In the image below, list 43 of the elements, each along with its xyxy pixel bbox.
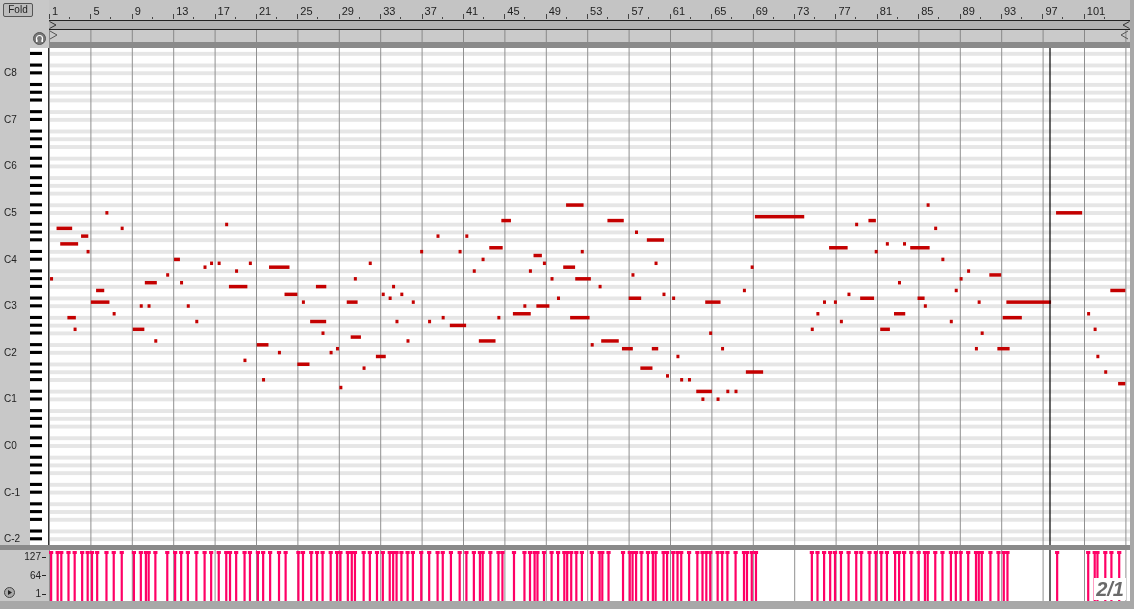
bar-number: 101 xyxy=(1086,4,1106,18)
bar-number: 45 xyxy=(507,4,520,18)
velocity-axis-label: 127 xyxy=(24,551,41,563)
octave-label: C-1 xyxy=(4,486,21,499)
octave-label: C1 xyxy=(4,393,17,406)
octave-label: C2 xyxy=(4,346,17,359)
octave-label: C4 xyxy=(4,253,17,266)
octave-label: C7 xyxy=(4,113,17,126)
velocity-axis-label: 64 xyxy=(29,569,41,582)
bar-number: 65 xyxy=(714,4,727,18)
bar-ruler[interactable]: 1 5 9 13 17 21 25 29 33 37 41 45 49 53 57 61 65 69 73 77 81 85 89 93 97 101 xyxy=(49,0,1130,20)
bar-number: 9 xyxy=(134,4,141,18)
bar-number: 73 xyxy=(797,4,810,18)
bar-number: 21 xyxy=(258,4,272,18)
bar-number: 69 xyxy=(755,4,768,18)
bar-number: 33 xyxy=(383,4,396,18)
octave-label: C5 xyxy=(4,207,17,220)
bar-number: 93 xyxy=(1004,4,1017,18)
octave-label: C6 xyxy=(4,160,17,173)
bar-number: 17 xyxy=(217,4,230,18)
octave-label: C0 xyxy=(4,440,17,453)
bar-number: 97 xyxy=(1045,4,1058,18)
bar-number: 5 xyxy=(93,4,100,18)
bar-number: 85 xyxy=(921,4,934,18)
octave-label: C8 xyxy=(4,67,17,80)
grid-setting-label: 2/1 xyxy=(1094,578,1126,600)
bar-number: 57 xyxy=(631,4,644,18)
bar-number: 89 xyxy=(962,4,975,18)
octave-label: C-2 xyxy=(4,533,21,546)
bar-number: 37 xyxy=(424,4,437,18)
bar-number: 13 xyxy=(176,4,189,18)
bar-number: 81 xyxy=(879,4,893,18)
fold-button[interactable]: Fold xyxy=(3,3,33,17)
octave-label: C3 xyxy=(4,300,17,313)
bar-number: 1 xyxy=(52,4,59,18)
bar-number: 77 xyxy=(838,4,851,18)
bar-number: 41 xyxy=(465,4,479,18)
bar-number: 49 xyxy=(548,4,561,18)
bar-number: 29 xyxy=(341,4,354,18)
bar-number: 61 xyxy=(672,4,686,18)
bar-number: 25 xyxy=(300,4,313,18)
bar-number: 53 xyxy=(590,4,603,18)
velocity-axis-label: 1 xyxy=(35,588,41,600)
